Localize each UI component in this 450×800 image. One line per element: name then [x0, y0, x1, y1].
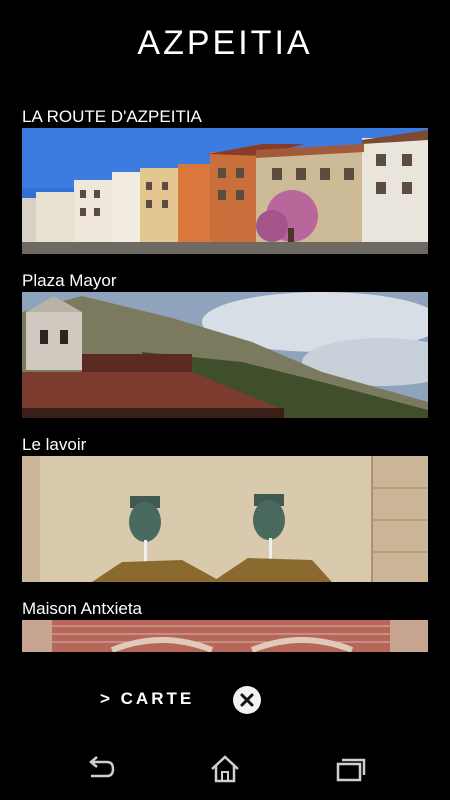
place-label: Le lavoir — [22, 435, 87, 454]
place-item-route[interactable]: LA ROUTE D'AZPEITIA — [22, 106, 428, 254]
back-icon[interactable] — [75, 754, 125, 788]
place-item-plaza-mayor[interactable]: Plaza Mayor — [22, 270, 428, 418]
place-photo-lavoir[interactable] — [22, 456, 428, 582]
place-item-maison-antxieta[interactable]: Maison Antxieta — [22, 598, 428, 652]
place-photo-maison-antxieta[interactable] — [22, 620, 428, 652]
place-item-lavoir[interactable]: Le lavoir — [22, 434, 428, 582]
home-icon[interactable] — [200, 754, 250, 788]
place-label: Plaza Mayor — [22, 271, 117, 290]
place-photo-route[interactable] — [22, 128, 428, 254]
places-list[interactable]: LA ROUTE D'AZPEITIA Plaza Mayor Le lavoi… — [22, 106, 428, 652]
place-photo-plaza-mayor[interactable] — [22, 292, 428, 418]
system-navigation-bar — [0, 740, 450, 800]
close-icon[interactable] — [233, 686, 261, 714]
app-title: AZPEITIA — [137, 24, 313, 62]
place-label: LA ROUTE D'AZPEITIA — [22, 107, 202, 126]
place-label: Maison Antxieta — [22, 599, 143, 618]
map-button[interactable]: > CARTE — [100, 689, 194, 711]
recent-apps-icon[interactable] — [325, 754, 375, 788]
